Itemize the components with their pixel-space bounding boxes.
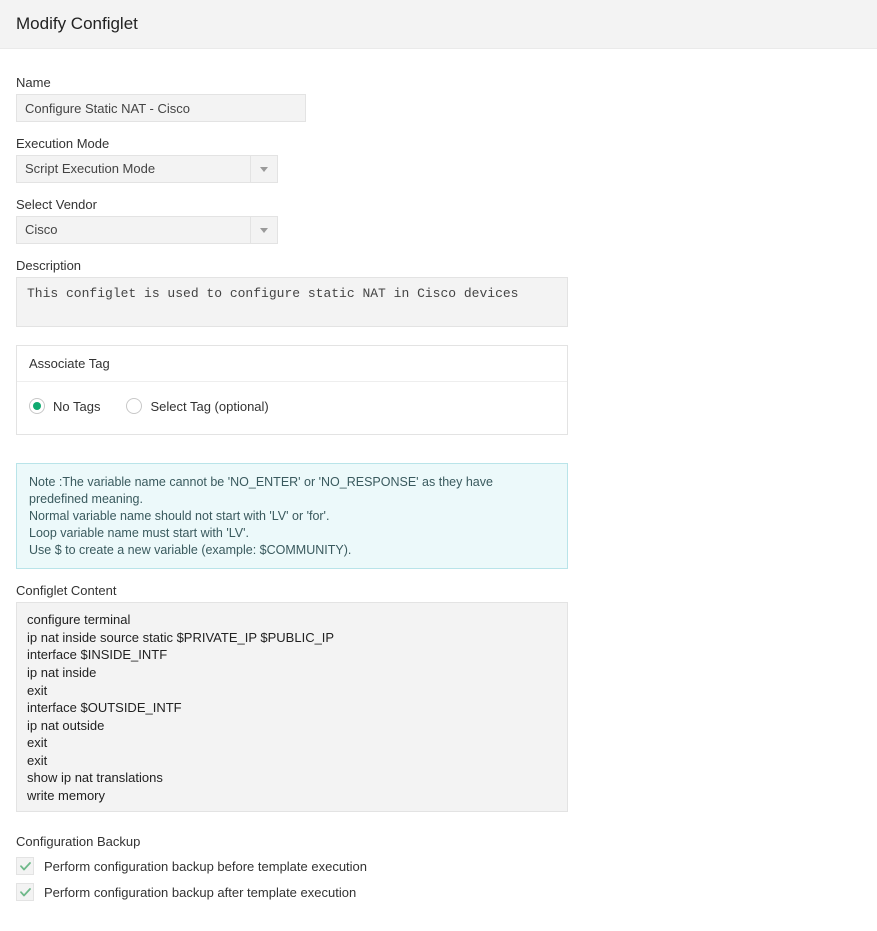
note-line-3: Loop variable name must start with 'LV'.: [29, 525, 555, 542]
backup-before-row: Perform configuration backup before temp…: [16, 857, 861, 875]
note-line-1: Note :The variable name cannot be 'NO_EN…: [29, 474, 555, 508]
chevron-down-icon: [260, 167, 268, 172]
backup-after-row: Perform configuration backup after templ…: [16, 883, 861, 901]
select-tag-radio[interactable]: [126, 398, 142, 414]
vendor-caret[interactable]: [250, 216, 278, 244]
execution-mode-label: Execution Mode: [16, 136, 861, 151]
backup-before-checkbox[interactable]: [16, 857, 34, 875]
backup-before-label: Perform configuration backup before temp…: [44, 859, 367, 874]
execution-mode-value: Script Execution Mode: [16, 155, 250, 183]
description-label: Description: [16, 258, 861, 273]
no-tags-radio[interactable]: [29, 398, 45, 414]
page-header: Modify Configlet: [0, 0, 877, 49]
description-textarea[interactable]: [16, 277, 568, 327]
configlet-content-textarea[interactable]: [16, 602, 568, 812]
name-input[interactable]: [16, 94, 306, 122]
note-line-2: Normal variable name should not start wi…: [29, 508, 555, 525]
note-box: Note :The variable name cannot be 'NO_EN…: [16, 463, 568, 569]
page-title: Modify Configlet: [16, 14, 861, 34]
vendor-select[interactable]: Cisco: [16, 216, 278, 244]
configuration-backup-label: Configuration Backup: [16, 834, 861, 849]
execution-mode-caret[interactable]: [250, 155, 278, 183]
check-icon: [20, 888, 31, 897]
name-label: Name: [16, 75, 861, 90]
note-line-4: Use $ to create a new variable (example:…: [29, 542, 555, 559]
form-content: Name Execution Mode Script Execution Mod…: [0, 49, 877, 931]
backup-after-label: Perform configuration backup after templ…: [44, 885, 356, 900]
no-tags-label: No Tags: [53, 399, 100, 414]
associate-tag-body: No Tags Select Tag (optional): [17, 382, 567, 434]
configlet-content-label: Configlet Content: [16, 583, 861, 598]
associate-tag-panel: Associate Tag No Tags Select Tag (option…: [16, 345, 568, 435]
select-tag-label: Select Tag (optional): [150, 399, 268, 414]
chevron-down-icon: [260, 228, 268, 233]
associate-tag-header: Associate Tag: [17, 346, 567, 382]
execution-mode-select[interactable]: Script Execution Mode: [16, 155, 278, 183]
vendor-label: Select Vendor: [16, 197, 861, 212]
vendor-value: Cisco: [16, 216, 250, 244]
check-icon: [20, 862, 31, 871]
backup-after-checkbox[interactable]: [16, 883, 34, 901]
